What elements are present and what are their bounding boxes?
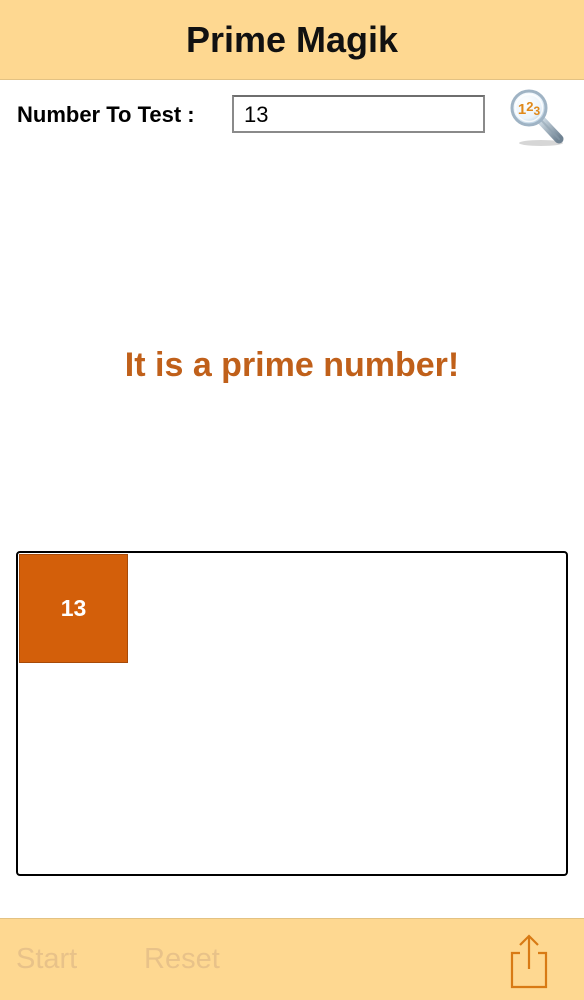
start-button[interactable]: Start <box>16 943 77 976</box>
factor-grid: 13 <box>16 551 568 876</box>
app-screen: Prime Magik Number To Test : 13 123 It i… <box>0 0 584 1000</box>
factor-tile: 13 <box>19 554 128 663</box>
result-message: It is a prime number! <box>124 346 460 384</box>
share-button[interactable] <box>505 931 553 991</box>
number-input-row: Number To Test : 13 123 <box>0 88 584 148</box>
app-title: Prime Magik <box>185 18 399 60</box>
number-input-label: Number To Test : <box>17 102 195 127</box>
share-icon <box>510 934 548 989</box>
number-to-test-input[interactable] <box>232 95 485 133</box>
test-number-button[interactable]: 123 <box>507 88 569 148</box>
bottom-toolbar: Start Reset <box>0 918 584 1000</box>
navigation-bar: Prime Magik <box>0 0 584 80</box>
reset-button[interactable]: Reset <box>144 943 220 976</box>
magnifier-123-icon: 123 <box>510 89 564 146</box>
